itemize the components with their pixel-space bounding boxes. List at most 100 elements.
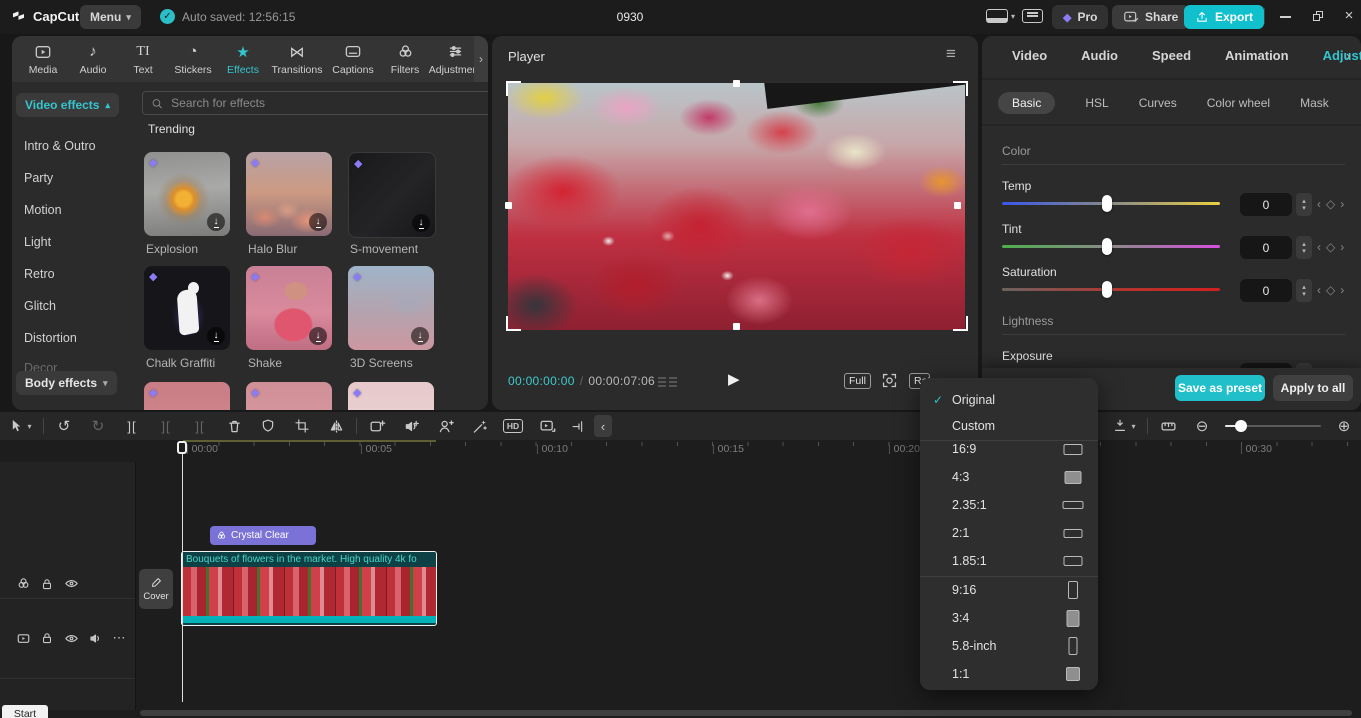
temp-slider[interactable] — [1002, 202, 1220, 205]
window-minimize-button[interactable] — [1278, 10, 1292, 18]
ratio-menu-item-3-4[interactable]: 3:4 — [920, 604, 1098, 632]
selection-edge-handle[interactable] — [505, 202, 512, 209]
temp-keyframe-controls[interactable]: ‹ ◇ › — [1317, 197, 1344, 211]
split-button[interactable]: ][ — [115, 419, 149, 434]
body-effects-dropdown[interactable]: Body effects ▾ — [16, 371, 117, 395]
ratio-menu-item-16-9[interactable]: 16:9 — [920, 435, 1098, 463]
selection-edge-handle[interactable] — [733, 323, 740, 330]
tab-text[interactable]: TI Text — [118, 43, 168, 76]
zoom-out-button[interactable]: ⊖ — [1185, 417, 1219, 435]
keyframe-prev-icon[interactable]: ‹ — [1317, 240, 1321, 254]
player-menu-icon[interactable]: ≡ — [946, 44, 956, 64]
video-clip[interactable]: Bouquets of flowers in the market. High … — [181, 551, 437, 626]
notes-icon[interactable] — [1022, 9, 1043, 23]
delete-button[interactable] — [217, 418, 251, 435]
redo-button[interactable]: ↻ — [81, 417, 115, 435]
crop-button[interactable] — [285, 418, 319, 434]
ratio-menu-item-5-8-inch[interactable]: 5.8-inch — [920, 632, 1098, 660]
tint-stepper[interactable]: ▴▾ — [1296, 236, 1312, 259]
ai-enhance-button[interactable] — [462, 418, 496, 435]
zoom-slider-knob[interactable] — [1235, 420, 1247, 432]
mask-button[interactable] — [251, 418, 285, 434]
tab-filters[interactable]: Filters — [380, 43, 430, 76]
effect-card-halo-blur[interactable]: ◆ ↓ — [246, 152, 332, 236]
tabs-more-button[interactable]: › — [1346, 48, 1350, 63]
toolbar-collapse-button[interactable]: ‹ — [594, 415, 612, 437]
tab-animation[interactable]: Animation — [1225, 48, 1289, 63]
share-button[interactable]: Share — [1112, 5, 1189, 29]
sidebar-item-party[interactable]: Party — [24, 171, 53, 185]
fullscreen-button[interactable]: Full — [844, 373, 871, 389]
window-restore-button[interactable] — [1311, 11, 1325, 21]
video-effects-dropdown[interactable]: Video effects ▴ — [16, 93, 119, 117]
preview-quality-icon[interactable] — [658, 377, 677, 388]
saturation-slider[interactable] — [1002, 288, 1220, 291]
effect-card-3d-screens[interactable]: ◆ ↓ — [348, 266, 434, 350]
selection-corner-handle[interactable] — [953, 81, 968, 96]
fit-zoom-button[interactable] — [881, 372, 898, 389]
export-button[interactable]: Export — [1184, 5, 1264, 29]
effect-card-partial[interactable]: ◆ — [246, 382, 332, 410]
ratio-menu-item-1-1[interactable]: 1:1 — [920, 660, 1098, 688]
split-right-button[interactable]: ][ — [183, 419, 217, 434]
ratio-menu-item-4-3[interactable]: 4:3 — [920, 463, 1098, 491]
selection-edge-handle[interactable] — [954, 202, 961, 209]
export-clip-button[interactable] — [530, 418, 564, 435]
lock-icon[interactable] — [35, 577, 59, 591]
effect-clip[interactable]: Crystal Clear — [210, 526, 316, 545]
effect-card-explosion[interactable]: ◆ ↓ — [144, 152, 230, 236]
pro-button[interactable]: ◆ Pro — [1052, 5, 1108, 29]
tab-adjustment[interactable]: Adjustment — [430, 43, 480, 76]
selection-corner-handle[interactable] — [953, 316, 968, 331]
keyframe-next-icon[interactable]: › — [1340, 240, 1344, 254]
import-media-button[interactable] — [360, 418, 394, 435]
mute-icon[interactable] — [83, 631, 107, 646]
playhead-handle[interactable] — [177, 441, 187, 454]
effect-card-s-movement[interactable]: ◆ ↓ — [348, 152, 436, 238]
eye-icon[interactable] — [59, 576, 83, 591]
ratio-menu-item-2-1[interactable]: 2:1 — [920, 519, 1098, 547]
keyframe-diamond-icon[interactable]: ◇ — [1326, 283, 1335, 297]
tab-video[interactable]: Video — [1012, 48, 1047, 63]
tab-media[interactable]: Media — [18, 43, 68, 76]
tint-slider-knob[interactable] — [1102, 238, 1112, 255]
tab-audio-right[interactable]: Audio — [1081, 48, 1118, 63]
tint-slider[interactable] — [1002, 245, 1220, 248]
save-as-preset-button[interactable]: Save as preset — [1175, 375, 1265, 401]
search-input[interactable] — [169, 95, 485, 111]
eye-icon[interactable] — [59, 631, 83, 646]
time-ruler[interactable]: 00:00 00:05 00:10 00:15 00:20 00:30 — [0, 440, 1361, 462]
cover-button[interactable]: Cover — [139, 569, 173, 609]
ratio-menu-item-original[interactable]: ✓ Original — [920, 386, 1098, 414]
tab-speed[interactable]: Speed — [1152, 48, 1191, 63]
lock-icon[interactable] — [35, 631, 59, 645]
apply-to-all-button[interactable]: Apply to all — [1273, 375, 1353, 401]
extract-audio-button[interactable] — [394, 418, 428, 435]
sidebar-item-intro-outro[interactable]: Intro & Outro — [24, 139, 96, 153]
ratio-menu-item-2-35-1[interactable]: 2.35:1 — [920, 491, 1098, 519]
more-options-icon[interactable]: ⋯ — [107, 630, 131, 646]
keyframe-next-icon[interactable]: › — [1340, 197, 1344, 211]
timeline-scale-button[interactable] — [1151, 418, 1185, 435]
tint-value[interactable]: 0 — [1240, 236, 1292, 259]
keyframe-diamond-icon[interactable]: ◇ — [1326, 197, 1335, 211]
saturation-stepper[interactable]: ▴▾ — [1296, 279, 1312, 302]
tab-transitions[interactable]: ⋈ Transitions — [268, 43, 326, 76]
saturation-keyframe-controls[interactable]: ‹ ◇ › — [1317, 283, 1344, 297]
saturation-slider-knob[interactable] — [1102, 281, 1112, 298]
sidebar-item-retro[interactable]: Retro — [24, 267, 55, 281]
sidebar-item-distortion[interactable]: Distortion — [24, 331, 77, 345]
menu-button[interactable]: Menu ▾ — [80, 5, 141, 29]
mirror-button[interactable] — [319, 418, 353, 435]
zoom-in-button[interactable]: ⊕ — [1327, 417, 1361, 435]
video-preview[interactable] — [508, 83, 965, 330]
keyframe-prev-icon[interactable]: ‹ — [1317, 197, 1321, 211]
tint-keyframe-controls[interactable]: ‹ ◇ › — [1317, 240, 1344, 254]
snap-toggle-button[interactable]: ▾ — [1104, 418, 1144, 434]
effect-card-chalk-graffiti[interactable]: ◆ ↓ — [144, 266, 230, 350]
effect-card-partial[interactable]: ◆ — [144, 382, 230, 410]
tab-effects[interactable]: ★ Effects — [218, 43, 268, 76]
temp-slider-knob[interactable] — [1102, 195, 1112, 212]
timeline-zoom-slider[interactable] — [1225, 419, 1321, 433]
tab-captions[interactable]: Captions — [326, 43, 380, 76]
